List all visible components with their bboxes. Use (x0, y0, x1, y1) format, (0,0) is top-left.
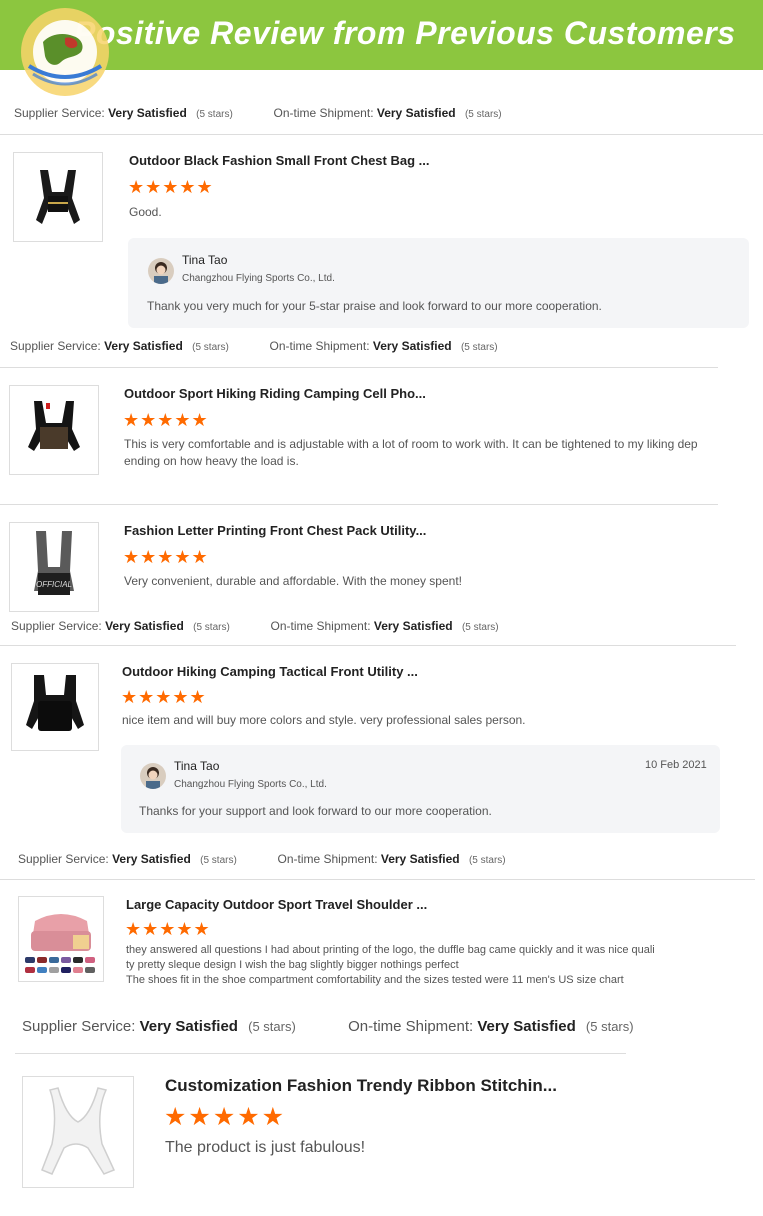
supplier-service-value: Very Satisfied (105, 619, 184, 633)
supplier-service-label: Supplier Service: (18, 852, 109, 866)
product-thumbnail[interactable] (11, 663, 99, 751)
review-comment-line: This is very comfortable and is adjustab… (124, 437, 698, 451)
supplier-service-label: Supplier Service: (22, 1018, 136, 1035)
divider (0, 504, 718, 505)
seller-reply: Tina Tao Changzhou Flying Sports Co., Lt… (121, 745, 720, 833)
avatar (140, 763, 166, 789)
divider (0, 645, 736, 646)
service-rating-row: Supplier Service: Very Satisfied (5 star… (14, 106, 502, 120)
ontime-shipment-label: On-time Shipment: (277, 852, 378, 866)
seller-reply: Tina Tao Changzhou Flying Sports Co., Lt… (128, 238, 749, 328)
star-rating: ★★★★★ (123, 410, 209, 430)
reply-author: Tina Tao (182, 253, 228, 267)
ontime-shipment-stars: (5 stars) (461, 622, 499, 633)
review-comment-line: ending on how heavy the load is. (124, 454, 299, 468)
star-rating: ★★★★★ (125, 919, 211, 939)
supplier-service-stars: (5 stars) (192, 342, 229, 353)
service-rating-row: Supplier Service: Very Satisfied (5 star… (18, 852, 506, 866)
product-title[interactable]: Outdoor Black Fashion Small Front Chest … (129, 153, 429, 168)
review-comment: This is very comfortable and is adjustab… (124, 436, 698, 470)
service-rating-row: Supplier Service: Very Satisfied (5 star… (22, 1018, 634, 1035)
product-thumbnail[interactable] (13, 152, 103, 242)
reply-text: Thanks for your support and look forward… (139, 804, 492, 818)
product-thumbnail[interactable]: OFFICIAL (9, 522, 99, 612)
supplier-service-value: Very Satisfied (139, 1018, 238, 1035)
product-title[interactable]: Fashion Letter Printing Front Chest Pack… (124, 523, 426, 538)
supplier-service-value: Very Satisfied (112, 852, 191, 866)
service-rating-row: Supplier Service: Very Satisfied (5 star… (11, 619, 499, 633)
ontime-shipment-value: Very Satisfied (380, 852, 460, 866)
ontime-shipment-label: On-time Shipment: (348, 1018, 474, 1035)
review-comment-line: The shoes fit in the shoe compartment co… (126, 974, 624, 986)
reply-author: Tina Tao (174, 759, 220, 773)
logo-emblem (14, 4, 116, 100)
star-rating: ★★★★★ (128, 177, 214, 197)
review-comment: The product is just fabulous! (165, 1139, 366, 1156)
reply-company: Changzhou Flying Sports Co., Ltd. (174, 779, 327, 790)
ontime-shipment-label: On-time Shipment: (270, 619, 371, 633)
ontime-shipment-stars: (5 stars) (468, 855, 506, 866)
product-title[interactable]: Customization Fashion Trendy Ribbon Stit… (165, 1076, 557, 1096)
supplier-service-stars: (5 stars) (193, 622, 230, 633)
reply-text: Thank you very much for your 5-star prai… (147, 299, 602, 313)
product-title[interactable]: Large Capacity Outdoor Sport Travel Shou… (126, 897, 427, 912)
banner-title: Positive Review from Previous Customers (74, 15, 736, 51)
avatar (148, 258, 174, 284)
ontime-shipment-value: Very Satisfied (373, 619, 453, 633)
star-rating: ★★★★★ (164, 1103, 287, 1131)
divider (0, 367, 718, 368)
divider (0, 134, 763, 135)
star-rating: ★★★★★ (121, 687, 207, 707)
ontime-shipment-value: Very Satisfied (477, 1018, 576, 1035)
supplier-service-label: Supplier Service: (11, 619, 102, 633)
product-title[interactable]: Outdoor Sport Hiking Riding Camping Cell… (124, 386, 426, 401)
review-comment: Very convenient, durable and affordable.… (124, 574, 462, 588)
product-thumbnail[interactable] (9, 385, 99, 475)
supplier-service-label: Supplier Service: (14, 106, 105, 120)
review-comment: Good. (129, 205, 162, 219)
star-rating: ★★★★★ (123, 547, 209, 567)
product-thumbnail[interactable] (22, 1076, 134, 1188)
review-comment: nice item and will buy more colors and s… (122, 713, 526, 727)
reply-date: 10 Feb 2021 (645, 759, 707, 771)
ontime-shipment-value: Very Satisfied (376, 106, 456, 120)
svg-text:OFFICIAL: OFFICIAL (36, 580, 72, 589)
review-comment: they answered all questions I had about … (126, 943, 655, 988)
ontime-shipment-stars: (5 stars) (585, 1019, 634, 1034)
service-rating-row: Supplier Service: Very Satisfied (5 star… (10, 339, 498, 353)
ontime-shipment-label: On-time Shipment: (269, 339, 370, 353)
supplier-service-label: Supplier Service: (10, 339, 101, 353)
review-comment-line: ty pretty sleque design I wish the bag s… (126, 959, 459, 971)
ontime-shipment-stars: (5 stars) (460, 342, 498, 353)
divider (0, 879, 755, 880)
reply-company: Changzhou Flying Sports Co., Ltd. (182, 273, 335, 284)
supplier-service-stars: (5 stars) (200, 855, 237, 866)
supplier-service-stars: (5 stars) (248, 1019, 296, 1034)
supplier-service-stars: (5 stars) (196, 109, 233, 120)
divider (15, 1053, 626, 1054)
supplier-service-value: Very Satisfied (108, 106, 187, 120)
ontime-shipment-label: On-time Shipment: (273, 106, 374, 120)
supplier-service-value: Very Satisfied (104, 339, 183, 353)
review-comment-line: they answered all questions I had about … (126, 944, 655, 956)
product-thumbnail[interactable] (18, 896, 104, 982)
ontime-shipment-value: Very Satisfied (372, 339, 452, 353)
ontime-shipment-stars: (5 stars) (464, 109, 502, 120)
product-title[interactable]: Outdoor Hiking Camping Tactical Front Ut… (122, 664, 418, 679)
